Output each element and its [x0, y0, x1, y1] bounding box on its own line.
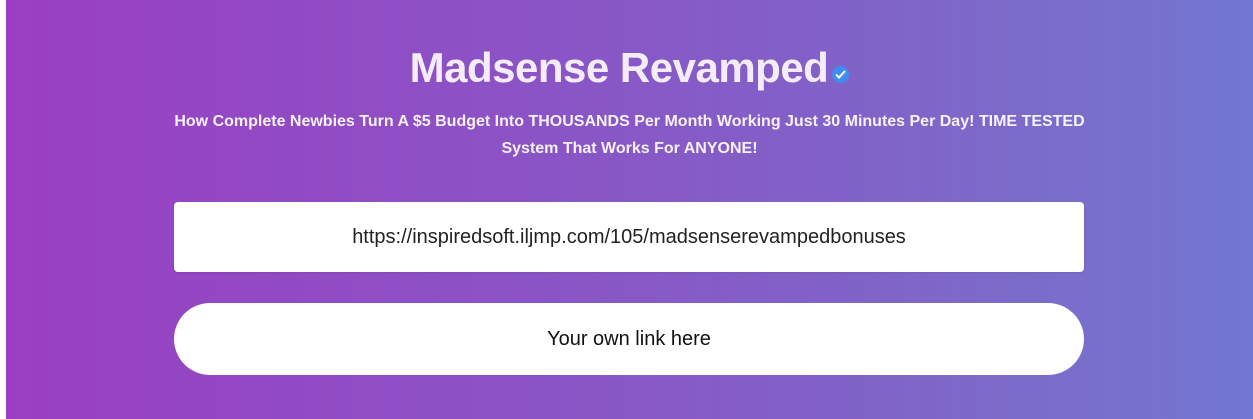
own-link-button[interactable]: Your own link here: [174, 303, 1084, 375]
page-title: Madsense Revamped: [409, 44, 829, 91]
page-subtitle: How Complete Newbies Turn A $5 Budget In…: [174, 113, 1085, 157]
affiliate-link-field[interactable]: https://inspiredsoft.iljmp.com/105/madse…: [174, 202, 1084, 272]
verified-badge-icon: [832, 65, 850, 83]
bonus-panel: Madsense Revamped How Complete Newbies T…: [6, 0, 1253, 419]
title-row: Madsense Revamped: [6, 40, 1253, 100]
